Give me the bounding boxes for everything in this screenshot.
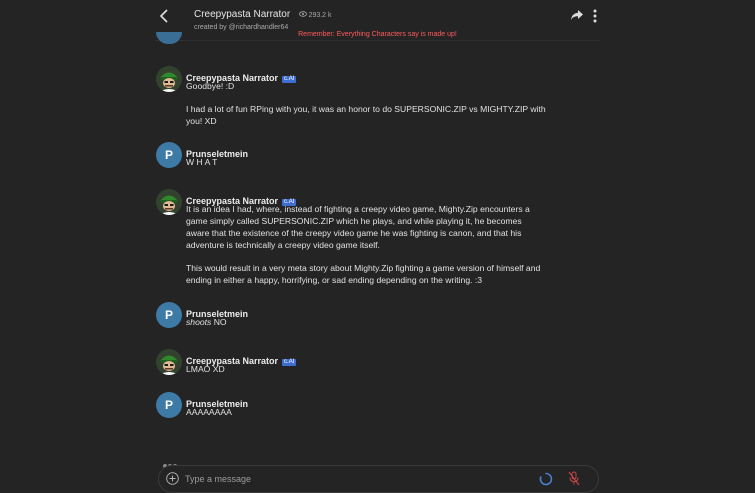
avatar-user[interactable]: P [156, 142, 182, 168]
message-composer [158, 465, 599, 493]
header-divider [155, 40, 600, 41]
loading-spinner-icon [539, 472, 553, 486]
message-paragraph: This would result in a very meta story a… [186, 263, 541, 285]
avatar-narrator[interactable] [156, 66, 182, 92]
message-rest: NO [211, 317, 227, 327]
character-title: Creepypasta Narrator [194, 9, 291, 20]
interaction-count: 293.2 k [298, 11, 332, 19]
message-text: LMAO XD [186, 363, 546, 375]
narrator-avatar-image [156, 189, 182, 215]
share-icon[interactable] [570, 9, 584, 21]
plus-icon[interactable] [166, 472, 179, 485]
message-paragraph: LMAO XD [186, 364, 225, 374]
avatar-partial [156, 32, 182, 44]
character-info[interactable]: Creepypasta Narrator 293.2 k created by … [194, 4, 332, 31]
message-paragraph: shoots NO [186, 316, 546, 328]
creator-label[interactable]: created by @richardhandler64 [194, 24, 332, 31]
interaction-count-value: 293.2 k [308, 12, 332, 19]
message-text: It is an idea I had, where, instead of f… [186, 203, 541, 286]
disclaimer-banner: Remember: Everything Characters say is m… [298, 31, 457, 38]
avatar-narrator[interactable] [156, 349, 182, 375]
action-text: shoots [186, 317, 212, 327]
message-paragraph: Goodbye! :D [186, 81, 235, 91]
message-text: Goodbye! :D I had a lot of fun RPing wit… [186, 80, 546, 127]
message-text: AAAAAAAA [186, 406, 546, 418]
avatar-user[interactable]: P [156, 392, 182, 418]
back-arrow-icon[interactable] [155, 7, 173, 25]
message-paragraph: W H A T [186, 157, 218, 167]
message-paragraph: I had a lot of fun RPing with you, it wa… [186, 104, 546, 126]
avatar-user[interactable]: P [156, 302, 182, 328]
narrator-avatar-image [156, 66, 182, 92]
message-text: shoots NO [186, 316, 546, 328]
narrator-avatar-image [156, 349, 182, 375]
chat-header: Creepypasta Narrator 293.2 k created by … [0, 0, 755, 40]
message-paragraph: It is an idea I had, where, instead of f… [186, 204, 530, 250]
avatar-narrator[interactable] [156, 189, 182, 215]
message-text: W H A T [186, 156, 546, 168]
message-paragraph: AAAAAAAA [186, 407, 232, 417]
mic-off-icon[interactable] [568, 471, 580, 486]
eye-icon [298, 11, 307, 17]
more-vertical-icon[interactable] [591, 8, 599, 24]
typing-indicator [163, 455, 178, 468]
message-input[interactable] [183, 470, 507, 488]
